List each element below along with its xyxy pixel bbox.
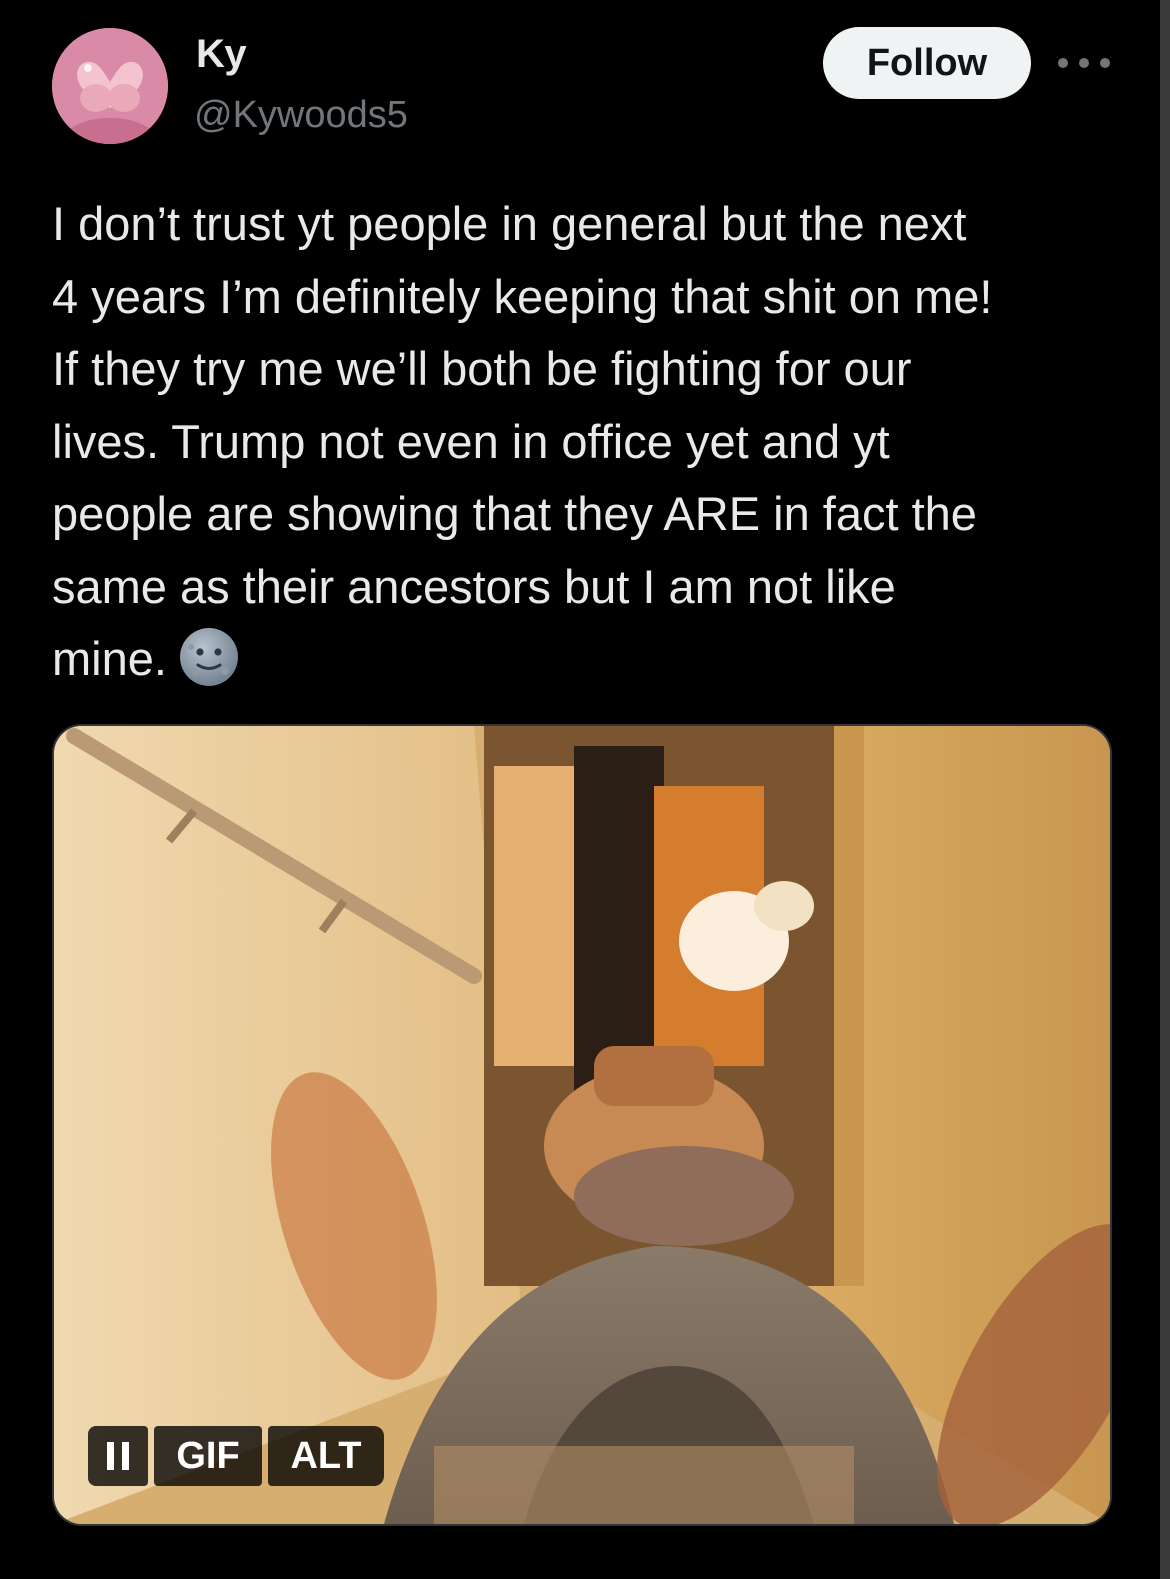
follow-button[interactable]: Follow: [823, 27, 1031, 99]
pause-button[interactable]: [88, 1426, 148, 1486]
more-options-icon[interactable]: [1058, 48, 1110, 78]
display-name[interactable]: Ky: [196, 32, 247, 77]
tweet-text-line: 4 years I’m definitely keeping that shit…: [52, 269, 993, 323]
gif-badge: GIF: [154, 1426, 262, 1486]
gif-frame: [54, 726, 1110, 1524]
avatar[interactable]: [52, 28, 168, 144]
more-dot: [1100, 58, 1110, 68]
user-handle[interactable]: @Kywoods5: [194, 94, 408, 137]
slightly-smiling-face-icon: [179, 627, 239, 687]
pause-icon: [107, 1442, 129, 1470]
scrollbar-edge: [1160, 0, 1170, 1579]
more-dot: [1058, 58, 1068, 68]
avatar-photo: [52, 28, 168, 144]
tweet-text-line: people are showing that they ARE in fact…: [52, 487, 977, 540]
tweet-text-line: I don’t trust yt people in general but t…: [52, 197, 967, 250]
alt-text-button[interactable]: ALT: [268, 1426, 384, 1486]
tweet-text-line: If they try me we’ll both be fighting fo…: [52, 342, 912, 395]
gif-media[interactable]: [52, 724, 1112, 1526]
tweet-text-line: lives. Trump not even in office yet and …: [52, 414, 890, 468]
more-dot: [1079, 58, 1089, 68]
gif-controls: GIF ALT: [88, 1426, 384, 1486]
tweet-text: I don’t trust yt people in general but t…: [52, 188, 1122, 696]
tweet-text-line: mine.: [52, 632, 167, 685]
tweet-text-line: same as their ancestors but I am not lik…: [52, 559, 896, 613]
